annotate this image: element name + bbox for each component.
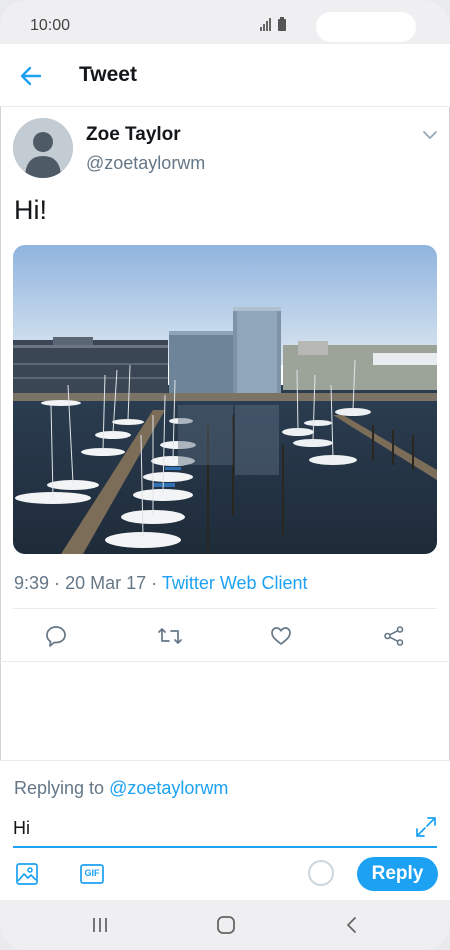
- meta-separator: ·: [151, 573, 158, 593]
- expand-icon[interactable]: [414, 815, 438, 839]
- add-image-button[interactable]: [14, 861, 40, 887]
- tweet-actions: [0, 618, 450, 654]
- status-time: 10:00: [30, 17, 71, 34]
- divider: [13, 608, 437, 609]
- system-back-button[interactable]: [339, 912, 365, 938]
- author-name[interactable]: Zoe Taylor: [86, 124, 181, 146]
- reply-button[interactable]: Reply: [357, 857, 438, 891]
- system-nav-bar: [0, 900, 450, 950]
- image-icon: [16, 863, 38, 885]
- reply-input[interactable]: [13, 811, 408, 845]
- status-bar: 10:00: [0, 0, 450, 44]
- home-button[interactable]: [213, 912, 239, 938]
- back-icon: [347, 917, 356, 933]
- chevron-down-icon[interactable]: [420, 126, 440, 144]
- phone-screen: 10:00 Tweet Zoe Taylor @zoetaylorwm Hi! …: [0, 0, 450, 950]
- like-icon: [271, 627, 291, 645]
- gif-label: GIF: [84, 868, 100, 878]
- input-underline: [13, 846, 437, 848]
- share-icon: [384, 626, 404, 646]
- default-avatar-icon: [13, 118, 73, 178]
- reply-action-button[interactable]: [42, 622, 70, 650]
- tweet-meta: 9:39 · 20 Mar 17 · Twitter Web Client: [14, 573, 308, 594]
- camera-cutout: [316, 12, 416, 42]
- signal-battery-icon: [260, 17, 286, 31]
- like-button[interactable]: [267, 622, 295, 650]
- reply-icon: [46, 626, 66, 647]
- character-counter: [308, 860, 334, 886]
- retweet-button[interactable]: [156, 622, 184, 650]
- tweet-date: 20 Mar 17: [65, 573, 147, 593]
- retweet-icon: [158, 628, 182, 644]
- arrow-left-icon: [20, 66, 42, 86]
- home-icon: [217, 916, 235, 934]
- back-button[interactable]: [14, 59, 48, 93]
- add-gif-button[interactable]: GIF: [79, 861, 105, 887]
- page-title: Tweet: [79, 63, 137, 86]
- replying-to-text: Replying to @zoetaylorwm: [14, 778, 228, 799]
- author-handle[interactable]: @zoetaylorwm: [86, 153, 205, 174]
- replying-mention-link[interactable]: @zoetaylorwm: [109, 778, 228, 798]
- tweet-client-link[interactable]: Twitter Web Client: [162, 573, 308, 593]
- tweet-time: 9:39: [14, 573, 50, 593]
- tweet-photo[interactable]: [13, 245, 437, 554]
- meta-separator: ·: [54, 573, 61, 593]
- replying-prefix: Replying to: [14, 778, 105, 798]
- harbor-photo: [13, 245, 437, 554]
- avatar[interactable]: [13, 118, 73, 178]
- share-button[interactable]: [380, 622, 408, 650]
- recent-apps-icon: [93, 918, 107, 932]
- top-bar: Tweet: [0, 44, 450, 107]
- recent-apps-button[interactable]: [87, 912, 113, 938]
- tweet-text: Hi!: [14, 195, 47, 225]
- divider: [0, 661, 450, 662]
- reply-composer: Replying to @zoetaylorwm GIF Reply: [0, 760, 450, 901]
